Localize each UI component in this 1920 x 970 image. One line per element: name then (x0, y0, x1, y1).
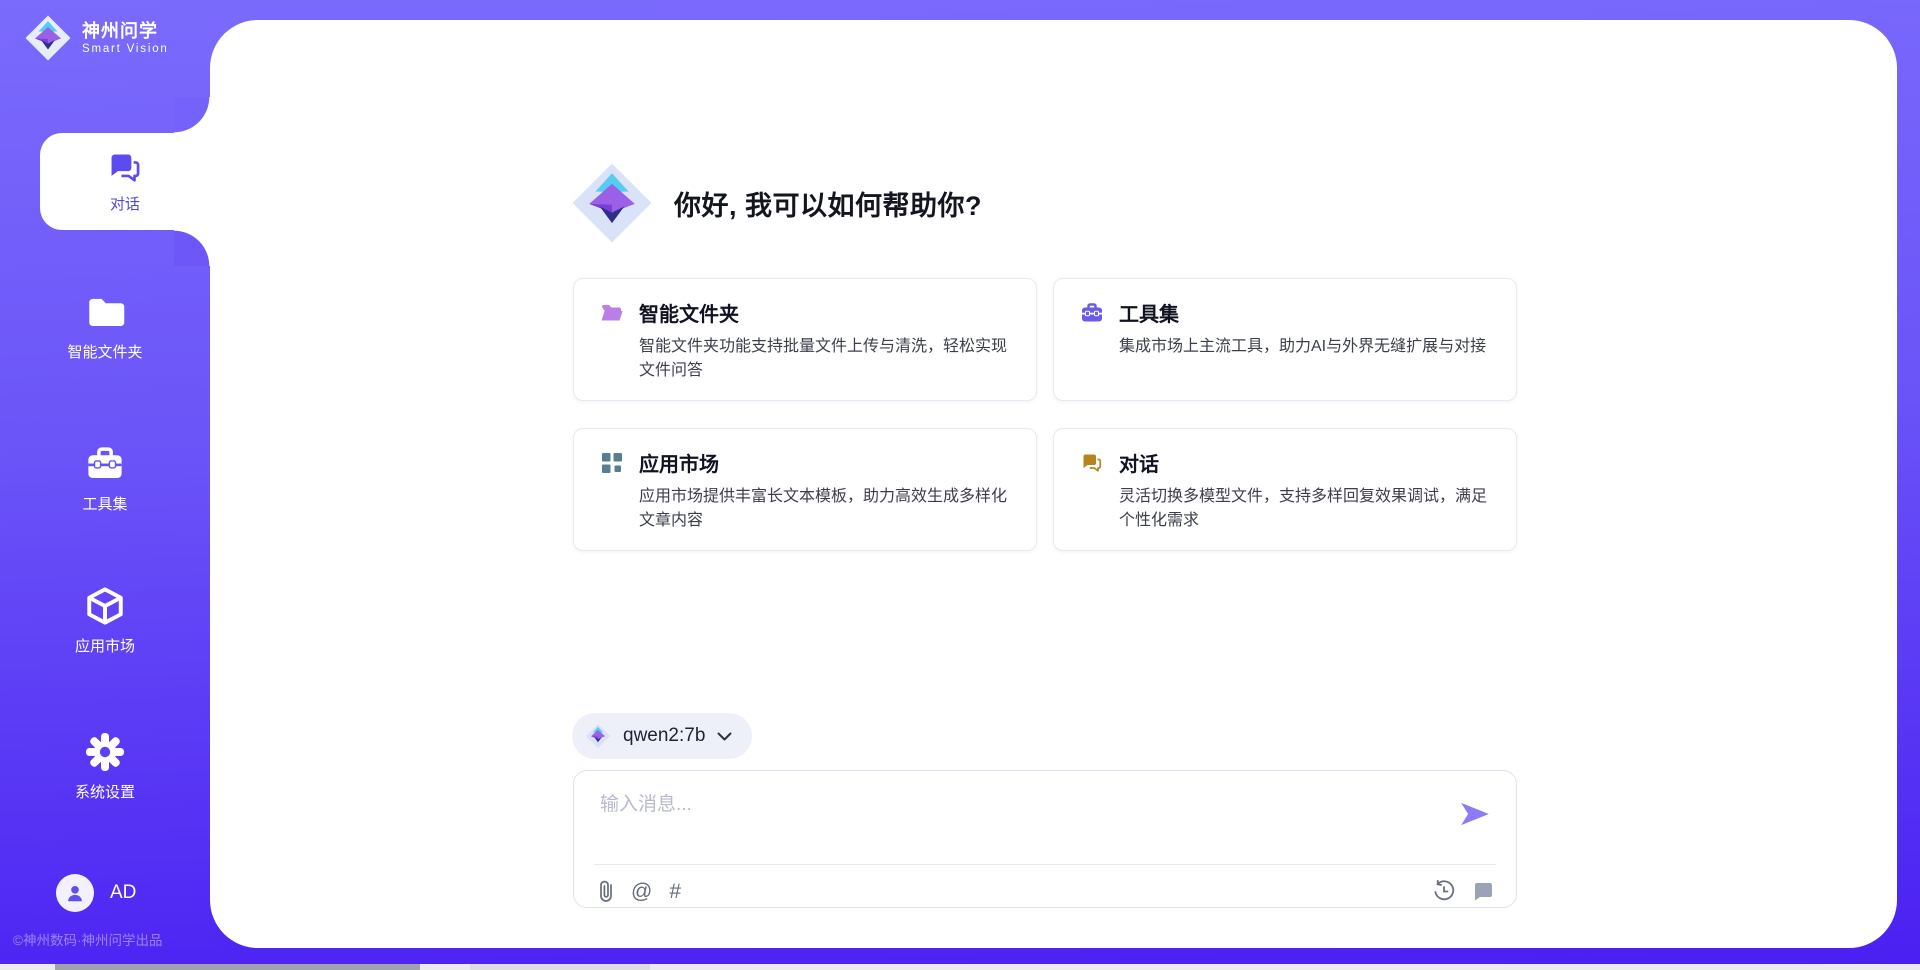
card-head: 工具集 (1080, 298, 1490, 327)
paperclip-icon[interactable] (598, 879, 614, 903)
grid-icon (600, 451, 624, 475)
logo-diamond-icon (24, 14, 72, 62)
card-chat[interactable]: 对话 灵活切换多模型文件，支持多样回复效果调试，满足个性化需求 (1053, 428, 1517, 551)
composer-toolbar: @ # (598, 871, 1494, 911)
sidebar-item-chat[interactable]: 对话 (40, 133, 210, 230)
history-icon[interactable] (1432, 879, 1456, 903)
folder-icon (84, 291, 126, 333)
card-smart-folder[interactable]: 智能文件夹 智能文件夹功能支持批量文件上传与清洗，轻松实现文件问答 (573, 278, 1037, 401)
greeting-title: 你好, 我可以如何帮助你? (674, 184, 982, 223)
send-button[interactable] (1458, 797, 1492, 831)
cube-icon (84, 585, 126, 627)
greeting: 你好, 我可以如何帮助你? (570, 161, 982, 245)
sidebar-item-label: 智能文件夹 (67, 341, 142, 362)
sidebar-item-smart-folder[interactable]: 智能文件夹 (0, 291, 210, 362)
chevron-down-icon (717, 732, 732, 741)
card-head: 对话 (1080, 448, 1490, 477)
card-title: 工具集 (1119, 298, 1179, 327)
sidebar-item-label: 应用市场 (75, 635, 135, 656)
card-head: 应用市场 (600, 448, 1010, 477)
sidebar-item-label: 系统设置 (75, 781, 135, 802)
avatar (56, 874, 94, 912)
os-strip-segment (55, 964, 420, 970)
card-description: 灵活切换多模型文件，支持多样回复效果调试，满足个性化需求 (1119, 485, 1490, 533)
brand-subtitle: Smart Vision (82, 42, 169, 56)
card-app-market[interactable]: 应用市场 应用市场提供丰富长文本模板，助力高效生成多样化文章内容 (573, 428, 1037, 551)
sidebar-item-label: 对话 (110, 193, 140, 214)
tab-fillet-bottom (174, 230, 210, 266)
card-title: 智能文件夹 (639, 298, 739, 327)
feedback-icon[interactable] (1470, 879, 1494, 903)
person-icon (64, 882, 86, 904)
card-description: 集成市场上主流工具，助力AI与外界无缝扩展与对接 (1119, 335, 1490, 359)
sidebar-item-toolset[interactable]: 工具集 (0, 443, 210, 514)
toolbox-icon (1080, 301, 1104, 325)
os-strip-segment (470, 964, 650, 970)
card-title: 应用市场 (639, 448, 719, 477)
card-description: 应用市场提供丰富长文本模板，助力高效生成多样化文章内容 (639, 485, 1010, 533)
card-toolset[interactable]: 工具集 集成市场上主流工具，助力AI与外界无缝扩展与对接 (1053, 278, 1517, 401)
logo-diamond-icon (570, 161, 654, 245)
logo-diamond-icon (585, 723, 611, 749)
tab-fillet-top (174, 97, 210, 133)
model-selector[interactable]: qwen2:7b (572, 713, 752, 759)
card-head: 智能文件夹 (600, 298, 1010, 327)
feedback-bubble (1470, 879, 1494, 903)
at-icon[interactable]: @ (631, 881, 652, 902)
sidebar-item-settings[interactable]: 系统设置 (0, 731, 210, 802)
sidebar-item-label: 工具集 (82, 493, 127, 514)
brand-name: 神州问学 (82, 20, 169, 42)
gear-icon (84, 731, 126, 773)
user-profile[interactable]: AD (56, 874, 136, 912)
chat-icon (106, 149, 144, 187)
composer-divider (594, 864, 1496, 865)
chat-icon (1080, 451, 1104, 475)
main-panel: 你好, 我可以如何帮助你? 智能文件夹 智能文件夹功能支持批量文件上传与清洗，轻… (210, 20, 1897, 948)
toolbox-icon (84, 443, 126, 485)
model-name: qwen2:7b (623, 725, 705, 747)
os-bottom-strip (0, 964, 1920, 970)
card-title: 对话 (1119, 448, 1159, 477)
brand[interactable]: 神州问学 Smart Vision (24, 14, 169, 62)
user-name: AD (110, 882, 136, 904)
sidebar-item-app-market[interactable]: 应用市场 (0, 585, 210, 656)
brand-text: 神州问学 Smart Vision (82, 20, 169, 56)
composer: @ # (573, 770, 1517, 908)
composer-toolbar-right (1432, 879, 1494, 903)
card-description: 智能文件夹功能支持批量文件上传与清洗，轻松实现文件问答 (639, 335, 1010, 383)
hash-icon[interactable]: # (669, 881, 681, 902)
message-input[interactable] (598, 787, 1422, 847)
sidebar-footer: ©神州数码·神州问学出品 (13, 929, 162, 949)
folder-open-icon (600, 301, 624, 325)
send-icon (1458, 797, 1492, 831)
